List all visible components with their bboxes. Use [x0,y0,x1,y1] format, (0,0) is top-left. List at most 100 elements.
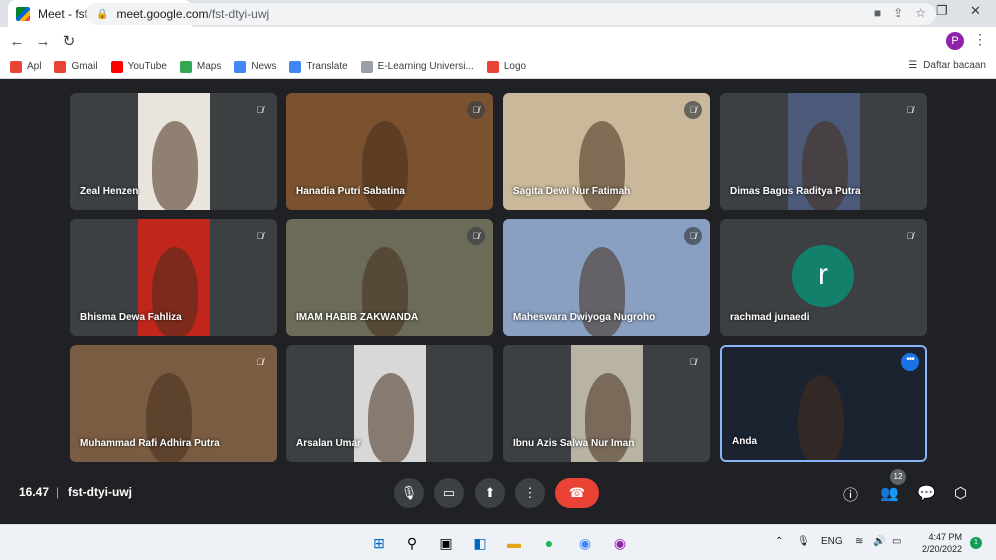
participant-name: IMAM HABIB ZAKWANDA [296,312,419,323]
mic-off-icon: 🎙̸ [689,357,697,367]
lock-icon: 🔒 [96,8,109,20]
chrome-profile-icon[interactable]: ◉ [610,533,630,553]
file-explorer-icon[interactable]: ▬ [504,533,524,553]
mic-off-icon: 🎙̸ [684,101,702,119]
mic-off-icon: 🎙̸ [906,105,914,115]
address-bar[interactable]: 🔒 meet.google.com/fst-dtyi-uwj ■ ⇪ ☆ [86,3,936,25]
people-icon[interactable]: 👥 [880,484,899,502]
chat-icon[interactable]: 💬 [917,484,936,502]
participant-name: Muhammad Rafi Adhira Putra [80,438,220,449]
browser-menu-icon[interactable]: ⋮ [973,31,987,48]
participant-tile[interactable]: r rachmad junaedi 🎙̸ [720,219,927,336]
participant-tile[interactable]: Bhisma Dewa Fahliza 🎙̸ [70,219,277,336]
more-options-button[interactable]: ⋮ [515,478,545,508]
meet-control-bar: 16.47 | fst-dtyi-uwj 🎙 ▭ ⬆ ⋮ ☎ ⓘ 👥 12 💬 … [0,469,996,514]
start-icon[interactable]: ⊞ [369,533,389,553]
bookmark-favicon-icon [486,60,499,73]
forward-arrow-icon[interactable]: → [30,33,56,50]
participant-tile[interactable]: Zeal Henzen 🎙̸ [70,93,277,210]
wifi-icon[interactable]: ≋ [855,536,863,547]
reload-icon[interactable]: ↻ [56,32,82,50]
tile-more-options-icon[interactable]: ••• [901,353,919,371]
participant-tile[interactable]: Ibnu Azis Salwa Nur Iman 🎙̸ [503,345,710,462]
bookmarks-bar: Apl Gmail YouTube Maps News Translate E-Learni… [0,55,996,79]
participant-name: Sagita Dewi Nur Fatimah [513,186,631,197]
participant-tile[interactable]: Dimas Bagus Raditya Putra 🎙̸ [720,93,927,210]
hang-up-icon: ☎ [568,485,586,500]
bookmark-favicon-icon [179,60,192,73]
participant-name: Ibnu Azis Salwa Nur Iman [513,438,635,449]
back-arrow-icon[interactable]: ← [4,33,30,50]
bookmark-favicon-icon [289,60,302,73]
participant-tile[interactable]: Arsalan Umar [286,345,493,462]
tray-overflow-icon[interactable]: ⌃ [775,536,783,547]
search-icon[interactable]: ⚲ [402,533,422,553]
participant-silhouette [798,375,844,460]
task-view-icon[interactable]: ▣ [436,533,456,553]
bookmark-label: News [251,61,277,72]
mic-off-icon: 🎙̸ [256,357,264,367]
bookmark-label: Gmail [71,61,98,72]
profile-avatar[interactable]: P [946,32,964,50]
participant-tile[interactable]: Muhammad Rafi Adhira Putra 🎙̸ [70,345,277,462]
participant-name: Maheswara Dwiyoga Nugroho [513,312,656,323]
bookmark-favicon-icon [10,60,22,73]
spotify-icon[interactable]: ● [539,533,559,553]
reading-list-button[interactable]: ☰ Daftar bacaan [908,60,986,71]
chrome-icon[interactable]: ◉ [575,533,595,553]
bookmark-item[interactable]: Apl [10,60,42,73]
participant-tile[interactable]: Sagita Dewi Nur Fatimah 🎙̸ [503,93,710,210]
camera-permission-icon[interactable]: ■ [874,6,881,20]
mic-off-icon: 🎙̸ [256,105,264,115]
bookmark-label: Logo [503,61,527,72]
window-close-button[interactable]: ✕ [970,3,981,19]
clock-time: 4:47 PM [928,532,962,542]
bookmark-item[interactable]: News [234,60,277,73]
meet-favicon-icon [16,6,30,21]
participant-silhouette [152,121,198,210]
bookmark-item[interactable]: Maps [179,60,221,73]
bookmark-item[interactable]: E-Learning Universi... [360,60,474,73]
volume-icon[interactable]: 🔊 [873,536,885,547]
battery-icon[interactable]: ▭ [892,536,901,547]
language-indicator[interactable]: ENG [821,536,843,547]
bookmark-item[interactable]: Translate [289,60,348,73]
tray-mic-icon: 🎙 [797,536,810,547]
bookmark-item[interactable]: YouTube [110,60,167,73]
participant-tile[interactable]: Anda ••• [720,345,927,462]
bookmark-label: Apl [27,61,42,72]
participant-tile[interactable]: Maheswara Dwiyoga Nugroho 🎙̸ [503,219,710,336]
participant-name: Arsalan Umar [296,438,362,449]
participant-tile[interactable]: IMAM HABIB ZAKWANDA 🎙̸ [286,219,493,336]
meeting-details-icon[interactable]: ⓘ [843,484,858,505]
maximize-button[interactable]: ❐ [936,3,948,19]
windows-taskbar: ⊞ ⚲ ▣ ◧ ▬ ● ◉ ◉ ⌃ 🎙 ENG ≋ 🔊 ▭ 4:47 PM 2/… [0,524,996,560]
taskbar-clock[interactable]: 4:47 PM 2/20/2022 [922,531,962,555]
bookmark-favicon-icon [54,60,67,73]
present-screen-icon: ⬆ [484,485,496,500]
mic-off-icon: 🎙̸ [906,231,914,241]
participant-name: Hanadia Putri Sabatina [296,186,405,197]
notification-badge[interactable]: 1 [970,537,982,549]
widgets-icon[interactable]: ◧ [470,533,490,553]
reading-list-label: Daftar bacaan [923,60,986,71]
microphone-button[interactable]: 🎙 [394,478,424,508]
participant-name: Dimas Bagus Raditya Putra [730,186,861,197]
bookmark-label: E-Learning Universi... [377,61,474,72]
participant-name: Bhisma Dewa Fahliza [80,312,182,323]
activities-icon[interactable]: ⬡ [954,484,967,502]
bookmark-label: Translate [306,61,348,72]
bookmark-star-icon[interactable]: ☆ [915,6,926,20]
mic-off-icon: 🎙̸ [256,231,264,241]
bookmark-item[interactable]: Gmail [54,60,98,73]
url-host: meet.google.com [116,7,209,21]
participant-name: rachmad junaedi [730,312,810,323]
participant-name: Anda [732,436,757,447]
bookmark-item[interactable]: Logo [486,60,527,73]
camera-button[interactable]: ▭ [434,478,464,508]
mic-off-icon: 🎙̸ [467,227,485,245]
present-button[interactable]: ⬆ [475,478,505,508]
share-icon[interactable]: ⇪ [893,6,903,20]
leave-call-button[interactable]: ☎ [555,478,599,508]
participant-tile[interactable]: Hanadia Putri Sabatina 🎙̸ [286,93,493,210]
